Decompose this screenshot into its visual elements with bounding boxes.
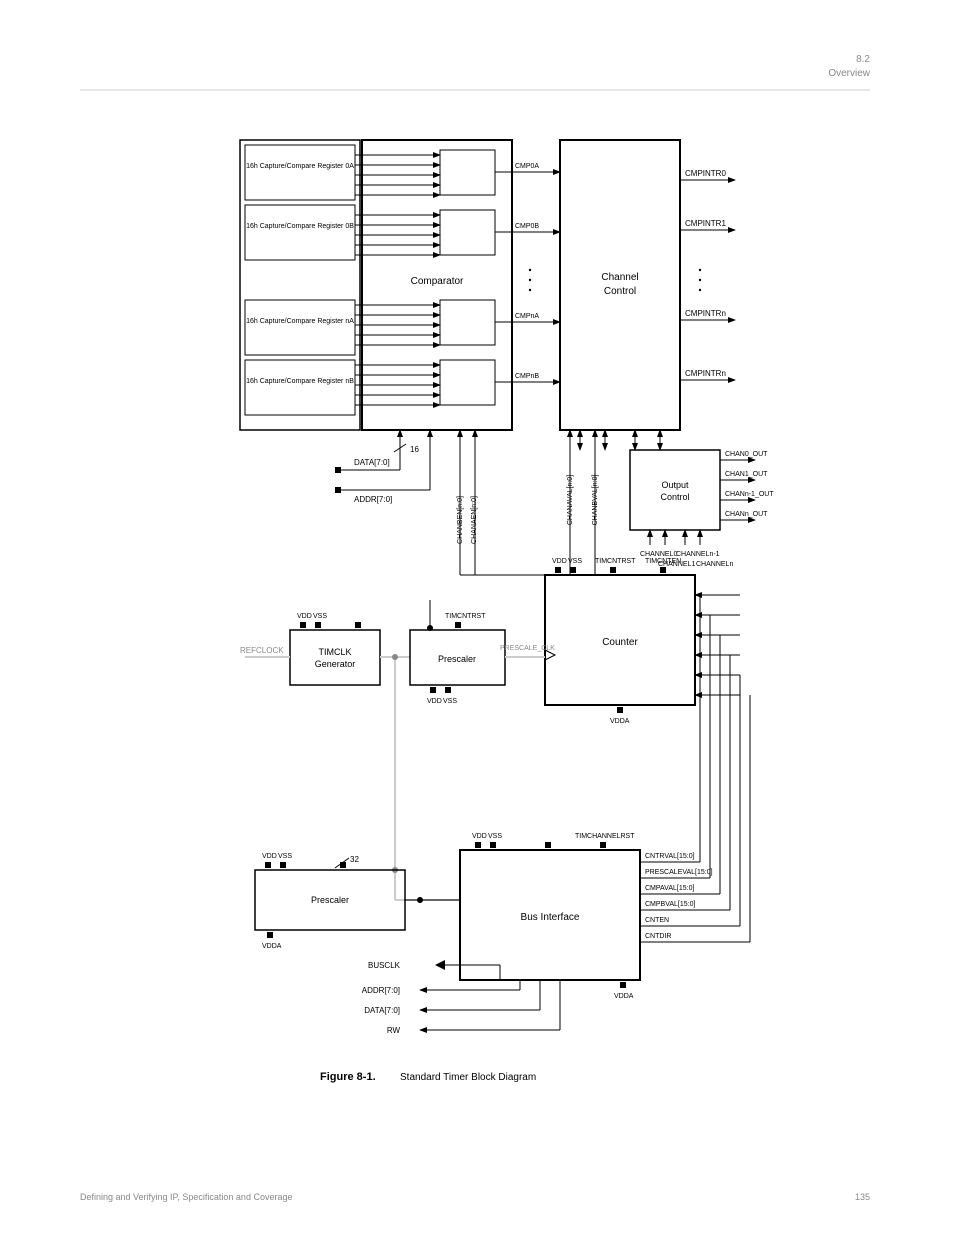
sig-data: DATA[7:0] [364, 1006, 400, 1015]
prescaler-title: Prescaler [438, 654, 476, 664]
sig-prescaleclk: PRESCALE_CLK [500, 645, 555, 652]
footer-page: 135 [855, 1192, 870, 1202]
sig-cmpintr0: CMPINTR0 [685, 169, 726, 178]
timclk-title2: Generator [315, 659, 356, 669]
figure-caption-text: Standard Timer Block Diagram [400, 1072, 536, 1083]
wire-cmpaval: CMPAVAL[15:0] [645, 885, 694, 892]
bus-interface-block: Bus Interface VDD VSS TIMCHANNELRST VDDA… [362, 595, 750, 1035]
prescaler-vdd: VDD [427, 698, 442, 705]
sig-cmpintrn2: CMPINTRn [685, 369, 726, 378]
counter-vdd: VDD [552, 558, 567, 565]
bi-vdda: VDDA [614, 993, 634, 1000]
header-section-title: Overview [828, 68, 870, 79]
sig-chan1out: CHAN1_OUT [725, 471, 768, 478]
header-section-num: 8.2 [856, 54, 870, 65]
sig-cmp0B: CMP0B [515, 223, 539, 230]
sig-busclk: BUSCLK [368, 961, 401, 970]
wire-prescaleval: PRESCALEVAL[15:0] [645, 869, 713, 876]
bi-rst: TIMCHANNELRST [575, 833, 635, 840]
sig-channeln1: CHANNELn-1 [676, 551, 720, 558]
counter-rst: TIMCNTRST [595, 558, 636, 565]
wire-cntrval: CNTRVAL[15:0] [645, 853, 695, 860]
sig-rw: RW [387, 1026, 401, 1035]
prescaler-block: Prescaler TIMCNTRST VDD VSS PRESCALE_CLK [410, 600, 555, 705]
lbl-chanaval: CHANAVAL[n:0] [567, 475, 574, 525]
prescale-reg-vdd: VDD [262, 853, 277, 860]
comparator-buswidth: 16 [410, 445, 419, 454]
prescale-reg-title: Prescaler [311, 895, 349, 905]
channel-control-block: Channel Control CMPINTR0 CMPINTR1 CMPINT… [560, 140, 735, 450]
counter-vdda: VDDA [610, 718, 630, 725]
prescale-reg-width: 32 [350, 855, 359, 864]
prescaler-vss: VSS [443, 698, 457, 705]
timclk-block: TIMCLK Generator VDD VSS REFCLOCK [240, 613, 410, 685]
timclk-vss: VSS [313, 613, 327, 620]
output-control-title1: Output [661, 480, 689, 490]
sig-cmp0A: CMP0A [515, 163, 539, 170]
diagram-canvas: 8.2 Overview 16h Capture/Compare Registe… [0, 0, 954, 1235]
sig-cmpintrn1: CMPINTRn [685, 309, 726, 318]
reg-0B: 16h Capture/Compare Register 0B [246, 223, 354, 230]
wire-cnten: CNTEN [645, 917, 669, 924]
bus-interface-title: Bus Interface [521, 912, 580, 923]
lbl-chanaen: CHANAEN[n:0] [471, 496, 478, 544]
prescale-reg-vss: VSS [278, 853, 292, 860]
bi-vdd: VDD [472, 833, 487, 840]
comparator-title: Comparator [411, 276, 464, 287]
reg-nB: 16h Capture/Compare Register nB [246, 378, 354, 385]
sig-cmpnB: CMPnB [515, 373, 539, 380]
counter-en: TIMCNTEN [645, 558, 681, 565]
prescale-reg-vdda: VDDA [262, 943, 282, 950]
lbl-chanbval: CHANBVAL[n:0] [592, 475, 599, 526]
lbl-chanben: CHANBEN[n:0] [457, 496, 464, 544]
figure-caption-prefix: Figure 8-1. [320, 1071, 376, 1083]
reg-nA: 16h Capture/Compare Register nA [246, 318, 354, 325]
wire-cntdir: CNTDIR [645, 933, 671, 940]
sig-channeln: CHANNELn [696, 561, 733, 568]
comparator-data-in: DATA[7:0] [354, 458, 390, 467]
channel-control-title2: Control [604, 286, 636, 297]
counter-title: Counter [602, 637, 638, 648]
channel-control-title1: Channel [601, 272, 638, 283]
timclk-vdd: VDD [297, 613, 312, 620]
sig-chan0out: CHAN0_OUT [725, 451, 768, 458]
sig-addr: ADDR[7:0] [362, 986, 400, 995]
sig-chann1out: CHANn-1_OUT [725, 491, 774, 498]
wire-cmpbval: CMPBVAL[15:0] [645, 901, 696, 908]
footer-title: Defining and Verifying IP, Specification… [80, 1192, 292, 1202]
sig-channel0: CHANNEL0 [640, 551, 677, 558]
output-control-title2: Control [660, 492, 689, 502]
timclk-title1: TIMCLK [318, 647, 351, 657]
sig-cmpnA: CMPnA [515, 313, 539, 320]
comparator-block: 16h Capture/Compare Register 0A 16h Capt… [240, 140, 560, 504]
reg-0A: 16h Capture/Compare Register 0A [246, 163, 354, 170]
bi-vss: VSS [488, 833, 502, 840]
prescaler-rst: TIMCNTRST [445, 613, 486, 620]
sig-refclk: REFCLOCK [240, 646, 284, 655]
sig-channout: CHANn_OUT [725, 511, 768, 518]
prescale-reg-block: Prescaler VDD VSS VDDA 32 [255, 853, 460, 950]
sig-cmpintr1: CMPINTR1 [685, 219, 726, 228]
output-control-block: Output Control CHAN0_OUT CHAN1_OUT CHANn… [630, 450, 774, 568]
comparator-addr-in: ADDR[7:0] [354, 495, 392, 504]
counter-block: Counter VDD VSS TIMCNTRST TIMCNTEN VDDA [460, 430, 740, 725]
